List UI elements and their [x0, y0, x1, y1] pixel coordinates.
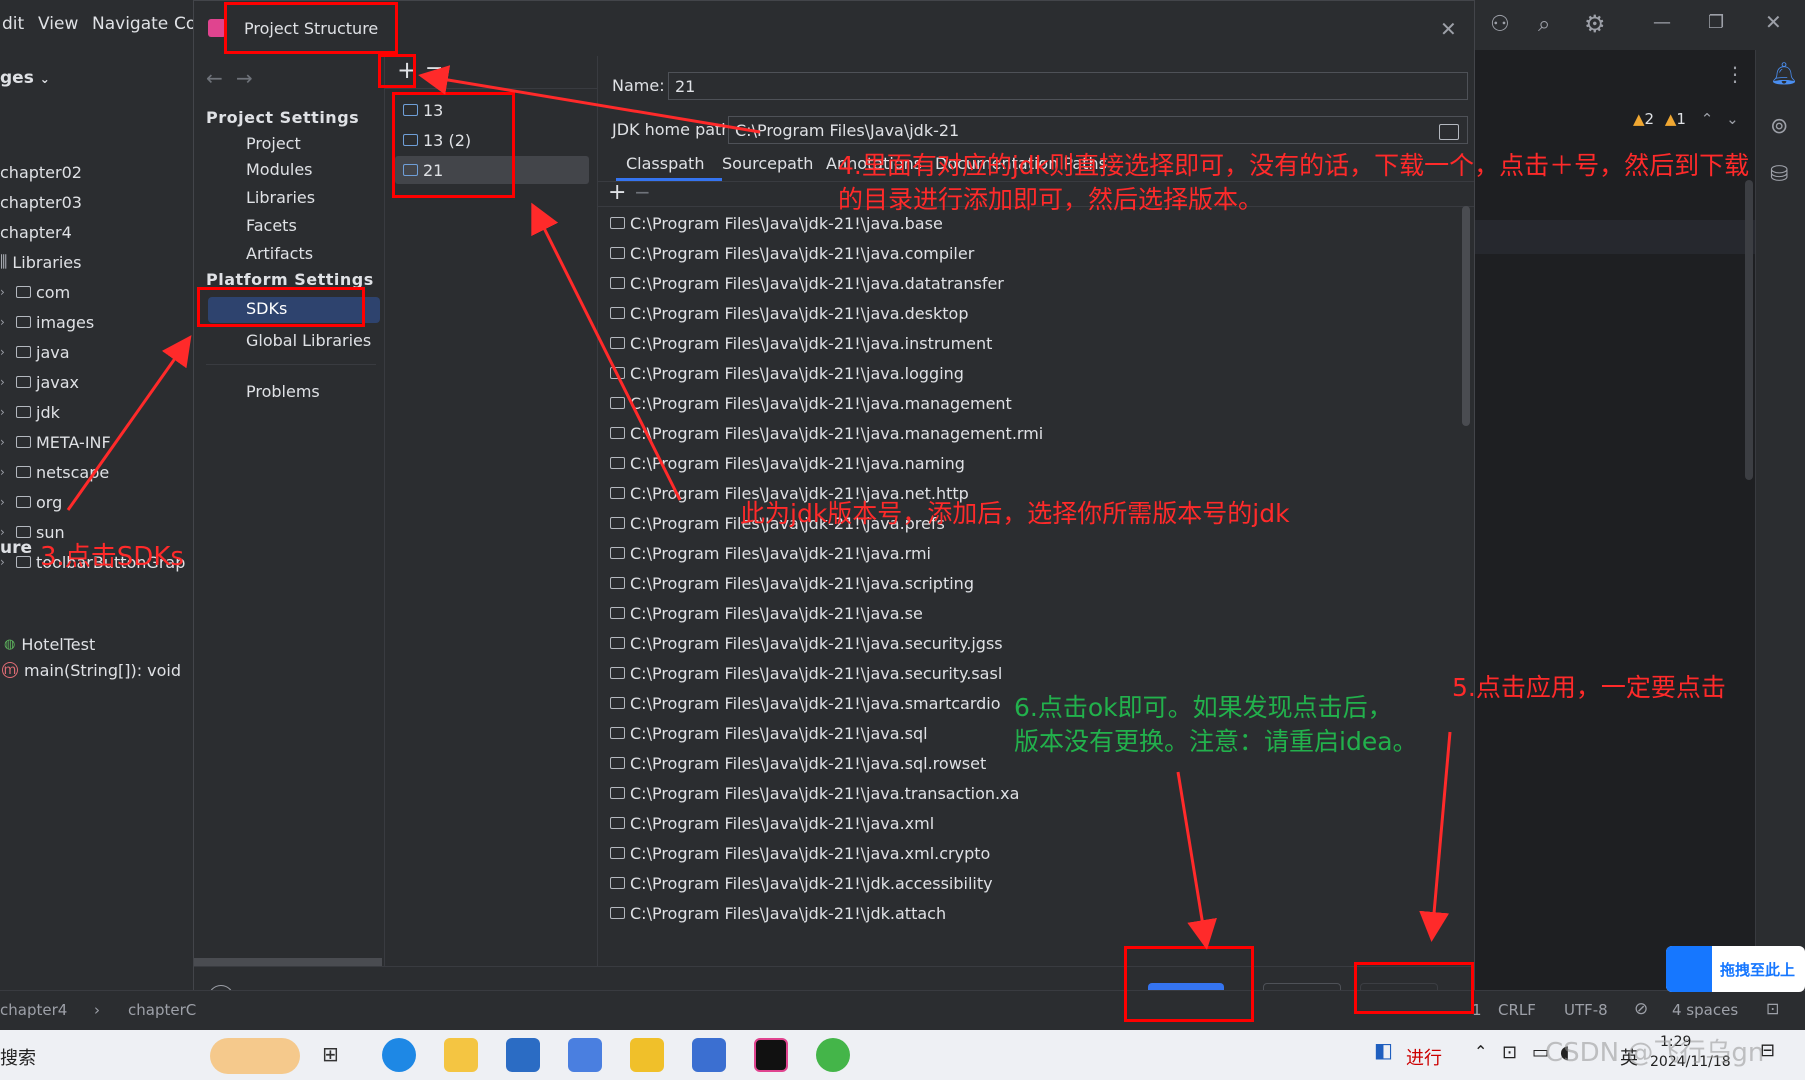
- annotation-version: 此为jdk版本号，添加后，选择你所需版本号的jdk: [740, 499, 1290, 528]
- arrow-to-ok: [1176, 771, 1217, 950]
- arrow-to-versions: [531, 202, 682, 501]
- annotation-step3: 3.点击SDKs: [40, 542, 184, 572]
- annotation-step6-line1: 6.点击ok即可。如果发现点击后，: [1014, 693, 1393, 722]
- arrow-to-add: [418, 65, 761, 134]
- arrow-to-apply: [1419, 731, 1452, 942]
- annotation-step4-line2: 的目录进行添加即可，然后选择版本。: [838, 185, 1264, 214]
- annotation-step4-line1: 4.里面有对应的jdk则直接选择即可，没有的话，下载一个，点击＋号，然后到下载: [838, 151, 1750, 180]
- annotation-step5: 5.点击应用，一定要点击: [1452, 673, 1726, 702]
- arrow-to-sdks: [66, 335, 192, 511]
- annotation-step6-line2: 版本没有更换。注意：请重启idea。: [1014, 727, 1418, 756]
